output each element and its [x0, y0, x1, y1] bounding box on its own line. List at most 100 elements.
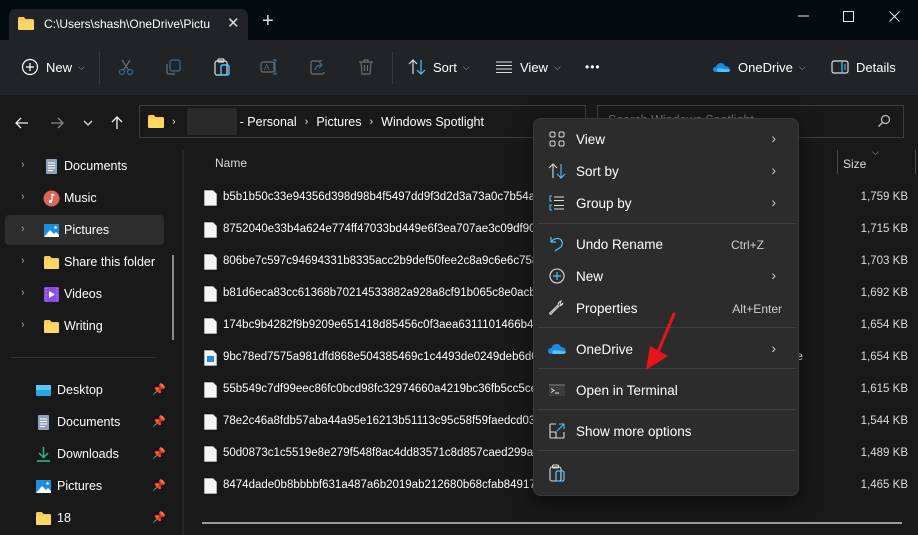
chevron-right-icon[interactable]: ›: [21, 319, 25, 331]
context-menu: View › Sort by › Group by › Undo Rename …: [533, 118, 799, 496]
sidebar-item-share-this-folder[interactable]: › Share this folder: [5, 247, 164, 277]
sidebar-item-label: Music: [64, 191, 97, 205]
horizontal-scrollbar[interactable]: [202, 522, 902, 524]
menu-item-sort-by[interactable]: Sort by ›: [538, 156, 794, 186]
back-button[interactable]: [11, 112, 33, 134]
column-header-name[interactable]: Name: [215, 156, 247, 170]
menu-item-label: Sort by: [576, 164, 619, 179]
sidebar-scrollbar[interactable]: [172, 255, 174, 340]
file-icon: [204, 382, 217, 398]
menu-item-paste[interactable]: [538, 458, 794, 488]
copy-icon: [166, 59, 181, 75]
copy-button[interactable]: [163, 55, 183, 79]
breadcrumb-item[interactable]: - Personal: [240, 115, 297, 129]
search-icon[interactable]: [877, 114, 891, 128]
breadcrumb-separator[interactable]: ›: [305, 116, 309, 128]
tab-title: C:\Users\shash\OneDrive\Pictures: [44, 17, 210, 31]
maximize-button[interactable]: [825, 4, 871, 28]
breadcrumb-item[interactable]: Windows Spotlight: [381, 115, 484, 129]
chevron-right-icon[interactable]: ›: [21, 287, 25, 299]
file-size: 1,489 KB: [860, 447, 908, 459]
quick-access-downloads[interactable]: Downloads 📌: [5, 439, 170, 469]
pin-icon[interactable]: 📌: [152, 511, 166, 524]
menu-item-show-more-options[interactable]: Show more options: [538, 416, 794, 446]
close-window-button[interactable]: [871, 4, 917, 28]
file-icon: [204, 318, 217, 334]
view-label: View: [520, 59, 548, 75]
see-more-button[interactable]: •••: [585, 55, 601, 79]
forward-button[interactable]: [46, 112, 68, 134]
view-grid-icon: [548, 130, 566, 148]
minimize-icon: [797, 15, 809, 17]
minimize-button[interactable]: [780, 4, 826, 28]
sidebar-item-music[interactable]: › Music: [5, 183, 164, 213]
chevron-right-icon: ›: [771, 340, 776, 356]
pin-icon[interactable]: 📌: [152, 447, 166, 460]
paste-button[interactable]: [212, 55, 232, 79]
sort-button[interactable]: Sort ⌵: [407, 55, 470, 79]
pictures-icon: [44, 224, 59, 237]
close-tab-icon[interactable]: ✕: [227, 14, 240, 32]
delete-button[interactable]: [356, 55, 376, 79]
menu-item-group-by[interactable]: Group by ›: [538, 188, 794, 218]
up-button[interactable]: [106, 112, 128, 134]
column-header-size[interactable]: Size: [843, 157, 866, 171]
quick-access-label: Downloads: [57, 447, 119, 461]
quick-access-pictures[interactable]: Pictures 📌: [5, 471, 170, 501]
chevron-right-icon[interactable]: ›: [21, 255, 25, 267]
rename-button[interactable]: A: [259, 55, 279, 79]
scissors-icon: [118, 59, 134, 76]
maximize-icon: [842, 10, 854, 22]
sidebar-item-videos[interactable]: › Videos: [5, 279, 164, 309]
pin-icon[interactable]: 📌: [152, 415, 166, 428]
menu-item-view[interactable]: View ›: [538, 124, 794, 154]
menu-item-new[interactable]: New ›: [538, 261, 794, 291]
cut-button[interactable]: [116, 55, 136, 79]
menu-item-label: Group by: [576, 196, 632, 211]
quick-access-documents[interactable]: Documents 📌: [5, 407, 170, 437]
file-name: 8474dade0b8bbbbf631a487a6b2019ab212680b6…: [223, 479, 543, 491]
view-button[interactable]: View ⌵: [494, 55, 561, 79]
chevron-right-icon[interactable]: ›: [21, 159, 25, 171]
file-icon: [204, 446, 217, 462]
pin-icon[interactable]: 📌: [152, 479, 166, 492]
address-bar[interactable]: › - Personal › Pictures › Windows Spotli…: [139, 105, 586, 138]
chevron-down-icon: ⌵: [798, 61, 806, 72]
show-more-icon: [548, 422, 566, 440]
share-button[interactable]: [308, 55, 328, 79]
chevron-right-icon[interactable]: ›: [21, 191, 25, 203]
tab-active[interactable]: C:\Users\shash\OneDrive\Pictures ✕: [9, 9, 248, 40]
sidebar-item-documents[interactable]: › Documents: [5, 151, 164, 181]
onedrive-button[interactable]: OneDrive ⌵: [712, 55, 806, 79]
chevron-right-icon[interactable]: ›: [21, 223, 25, 235]
paste-icon: [548, 464, 566, 482]
toolbar-divider: [392, 52, 393, 84]
menu-item-undo-rename[interactable]: Undo Rename Ctrl+Z: [538, 229, 794, 259]
column-divider[interactable]: [915, 150, 916, 174]
file-size: 1,465 KB: [860, 479, 908, 491]
sidebar-item-writing[interactable]: › Writing: [5, 311, 164, 341]
file-icon: [204, 254, 217, 270]
sidebar-item-label: Videos: [64, 287, 102, 301]
recent-locations-button[interactable]: [77, 112, 99, 134]
quick-access-18[interactable]: 18 📌: [5, 503, 170, 533]
breadcrumb-item[interactable]: Pictures: [316, 115, 361, 129]
pin-icon[interactable]: 📌: [152, 383, 166, 396]
column-divider[interactable]: [837, 150, 838, 174]
sidebar-item-pictures[interactable]: › Pictures: [5, 215, 164, 245]
menu-item-open-in-terminal[interactable]: Open in Terminal: [538, 375, 794, 405]
trash-icon: [359, 59, 373, 75]
file-size: 1,615 KB: [860, 383, 908, 395]
sort-label: Sort: [433, 59, 457, 75]
folder-icon: [36, 512, 51, 525]
details-button[interactable]: Details: [830, 55, 896, 79]
onedrive-icon: [713, 63, 731, 72]
new-tab-button[interactable]: +: [262, 10, 274, 33]
menu-item-label: Undo Rename: [576, 237, 664, 252]
breadcrumb-separator[interactable]: ›: [369, 116, 373, 128]
new-button[interactable]: New ⌵: [20, 55, 85, 79]
menu-item-shortcut: Alt+Enter: [732, 302, 782, 316]
documents-icon: [46, 159, 57, 174]
arrow-left-icon: [15, 117, 28, 129]
quick-access-desktop[interactable]: Desktop 📌: [5, 375, 170, 405]
